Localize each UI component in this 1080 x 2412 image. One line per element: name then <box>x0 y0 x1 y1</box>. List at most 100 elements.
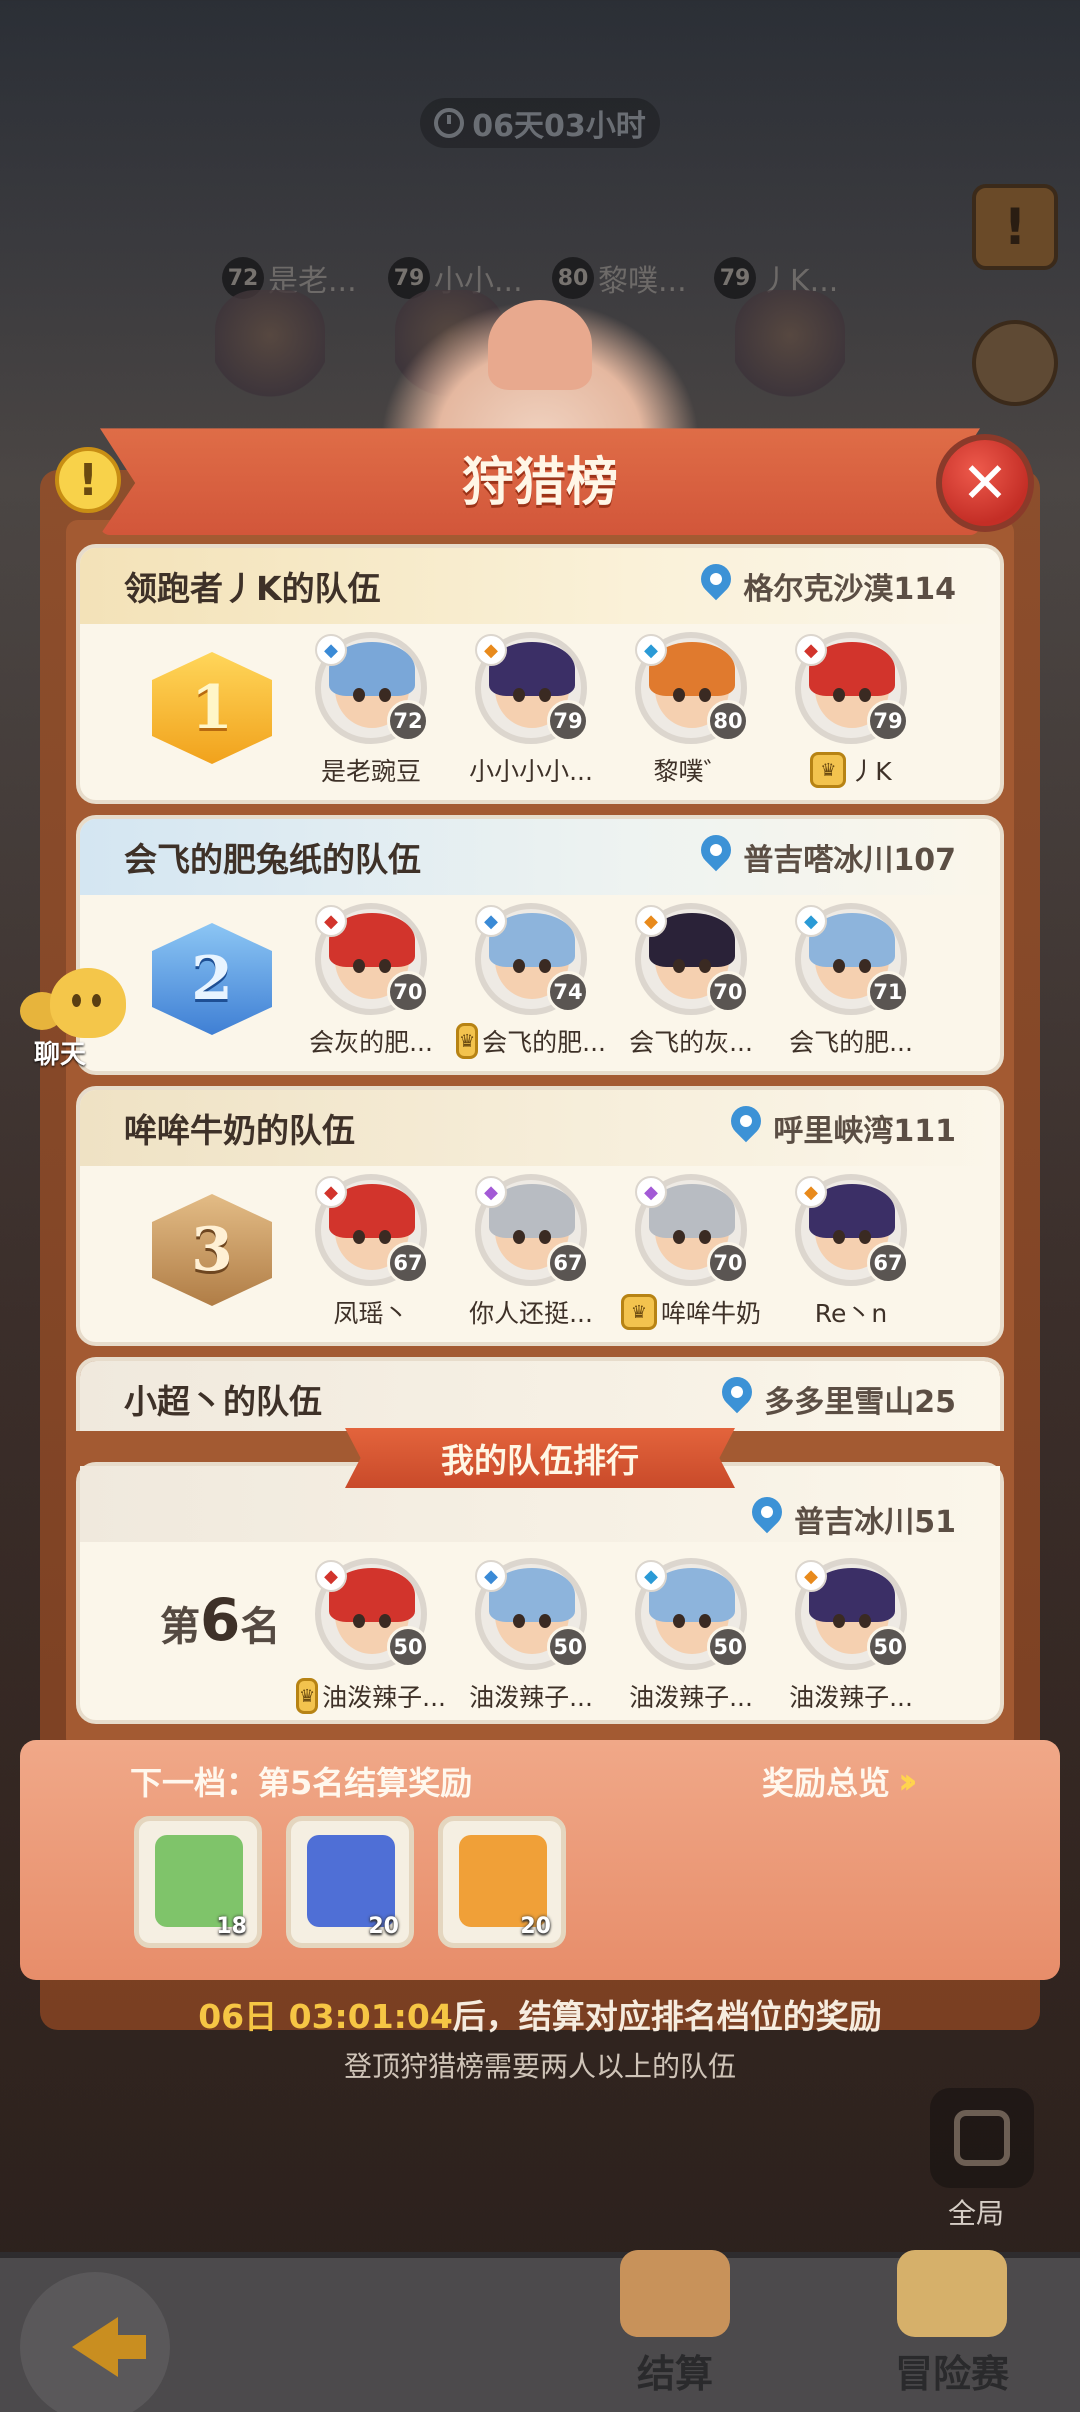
avatar: ◆ 50 <box>635 1558 749 1670</box>
avatar: ◆ 74 <box>475 903 589 1015</box>
level-badge: 79 <box>867 700 909 742</box>
team-location: 普吉冰川51 <box>750 1497 956 1541</box>
team-name: 哞哞牛奶的队伍 <box>124 1111 355 1150</box>
team-member[interactable]: ◆ 72 是老豌豆 <box>296 632 446 788</box>
team-member[interactable]: ◆ 70 ♛ 哞哞牛奶 <box>616 1174 766 1330</box>
double-chevron-right-icon: ›› <box>898 1760 917 1802</box>
team-member[interactable]: ◆ 67 Re丶n <box>776 1174 926 1330</box>
next-tier-label: 下一档：第5名结算奖励 <box>130 1764 473 1802</box>
dark-element-icon: ◆ <box>315 905 347 937</box>
fire-element-icon: ◆ <box>795 1560 827 1592</box>
member-name: 丿K <box>850 757 892 786</box>
back-button[interactable] <box>20 2272 170 2412</box>
level-badge: 74 <box>547 971 589 1013</box>
level-badge: 70 <box>707 971 749 1013</box>
level-badge: 50 <box>707 1626 749 1668</box>
crown-decoration-top <box>488 300 592 390</box>
member-name: 你人还挺... <box>469 1299 593 1328</box>
avatar: ◆ 50 <box>315 1558 429 1670</box>
team-location: 普吉嗒冰川107 <box>699 835 956 879</box>
treasure-chest-icon <box>620 2250 730 2337</box>
map-scroll-icon <box>897 2250 1007 2337</box>
level-badge: 50 <box>387 1626 429 1668</box>
avatar: ◆ 50 <box>475 1558 589 1670</box>
level-badge: 70 <box>387 971 429 1013</box>
avatar: ◆ 67 <box>315 1174 429 1286</box>
team-member[interactable]: ◆ 70 会灰的肥... <box>296 903 446 1059</box>
team-location: 呼里峡湾111 <box>729 1106 956 1150</box>
team-member[interactable]: ◆ 67 凤瑶丶 <box>296 1174 446 1330</box>
level-badge: 50 <box>867 1626 909 1668</box>
level-badge: 79 <box>547 700 589 742</box>
member-name: 油泼辣子... <box>629 1683 753 1712</box>
member-name: 小小小小... <box>469 757 593 786</box>
captain-icon: ♛ <box>620 1294 657 1330</box>
close-button[interactable]: ✕ <box>936 434 1034 532</box>
treasure-icon[interactable] <box>972 320 1058 406</box>
avatar: ◆ 70 <box>635 1174 749 1286</box>
page-title: 狩猎榜 <box>461 453 618 513</box>
wind-element-icon: ◆ <box>635 1560 667 1592</box>
team-member[interactable]: ◆ 50 油泼辣子... <box>616 1558 766 1714</box>
avatar: ◆ 79 <box>795 632 909 744</box>
team-card-2[interactable]: 会飞的肥兔纸的队伍 普吉嗒冰川107 2 ◆ 70 会灰的肥... ◆ 74 ♛ 会飞的肥..… <box>76 815 1004 1075</box>
team-member[interactable]: ◆ 50 油泼辣子... <box>776 1558 926 1714</box>
avatar: ◆ 71 <box>795 903 909 1015</box>
level-badge: 70 <box>707 1242 749 1284</box>
team-card-3[interactable]: 哞哞牛奶的队伍 呼里峡湾111 3 ◆ 67 凤瑶丶 ◆ 67 你人还挺... ◆ 70 ♛ 哞哞牛… <box>76 1086 1004 1346</box>
team-member[interactable]: ◆ 71 会飞的肥... <box>776 903 926 1059</box>
team-member[interactable]: ◆ 70 会飞的灰... <box>616 903 766 1059</box>
reward-overview-link[interactable]: 奖励总览 ›› <box>762 1758 917 1804</box>
nav-adventure[interactable]: 冒险赛 <box>872 2250 1032 2412</box>
wind-element-icon: ◆ <box>635 634 667 666</box>
member-name: Re丶n <box>814 1299 888 1328</box>
member-name: 哞哞牛奶 <box>660 1299 761 1328</box>
team-member[interactable]: ◆ 67 你人还挺... <box>456 1174 606 1330</box>
team-name: 会飞的肥兔纸的队伍 <box>124 840 421 879</box>
avatar: ◆ 70 <box>315 903 429 1015</box>
level-badge: 80 <box>707 700 749 742</box>
emoji-face-icon <box>50 968 126 1038</box>
dark-element-icon: ◆ <box>795 634 827 666</box>
team-member[interactable]: ◆ 50 油泼辣子... <box>456 1558 606 1714</box>
team-card-4[interactable]: 小超丶的队伍 多多里雪山25 <box>76 1357 1004 1431</box>
fullscreen-icon <box>954 2110 1010 2166</box>
leaderboard-hint: 登顶狩猎榜需要两人以上的队伍 <box>343 2050 736 2083</box>
event-timer-text: 06天03小时 <box>472 109 646 144</box>
bg-character <box>735 290 845 420</box>
avatar: ◆ 80 <box>635 632 749 744</box>
wind-element-icon: ◆ <box>795 905 827 937</box>
settlement-countdown: 06日 03:01:04后，结算对应排名档位的奖励 <box>198 1997 882 2036</box>
avatar: ◆ 50 <box>795 1558 909 1670</box>
location-pin-icon <box>699 564 733 608</box>
team-card-1[interactable]: 领跑者丿K的队伍 格尔克沙漠114 1 ◆ 72 是老豌豆 ◆ 79 小小小小... ◆ 80 黎… <box>76 544 1004 804</box>
team-member[interactable]: ◆ 79 ♛ 丿K <box>776 632 926 788</box>
ice-element-icon: ◆ <box>475 1560 507 1592</box>
rank-medal-icon: 3 <box>152 1194 272 1306</box>
team-member[interactable]: ◆ 74 ♛ 会飞的肥... <box>456 903 606 1059</box>
reward-item[interactable]: 18 <box>134 1816 262 1948</box>
dark-element-icon: ◆ <box>315 1176 347 1208</box>
global-view-label: 全局 <box>948 2197 1005 2230</box>
team-member[interactable]: ◆ 50 ♛ 油泼辣子... <box>296 1558 446 1714</box>
team-member[interactable]: ◆ 79 小小小小... <box>456 632 606 788</box>
reward-item[interactable]: 20 <box>438 1816 566 1948</box>
level-badge: 67 <box>387 1242 429 1284</box>
psy-element-icon: ◆ <box>635 1176 667 1208</box>
team-member[interactable]: ◆ 80 黎噗゛ <box>616 632 766 788</box>
reward-item[interactable]: 20 <box>286 1816 414 1948</box>
location-pin-icon <box>729 1106 763 1150</box>
my-team-card[interactable]: 普吉冰川51 第6名 ◆ 50 ♛ 油泼辣子... ◆ 50 油泼辣子... ◆ 50 油泼辣子.… <box>76 1462 1004 1724</box>
avatar: ◆ 72 <box>315 632 429 744</box>
info-icon[interactable]: ! <box>55 447 121 513</box>
member-name: 会飞的肥... <box>482 1028 606 1057</box>
location-pin-icon <box>699 835 733 879</box>
global-view-button[interactable] <box>930 2088 1034 2188</box>
quest-board-icon[interactable]: ! <box>972 184 1058 270</box>
member-name: 油泼辣子... <box>469 1683 593 1712</box>
team-location: 多多里雪山25 <box>720 1377 956 1421</box>
chat-button[interactable]: 聊天 <box>20 968 130 1070</box>
nav-settle[interactable]: 结算 <box>595 2250 755 2412</box>
member-name: 油泼辣子... <box>789 1683 913 1712</box>
ice-element-icon: ◆ <box>315 634 347 666</box>
